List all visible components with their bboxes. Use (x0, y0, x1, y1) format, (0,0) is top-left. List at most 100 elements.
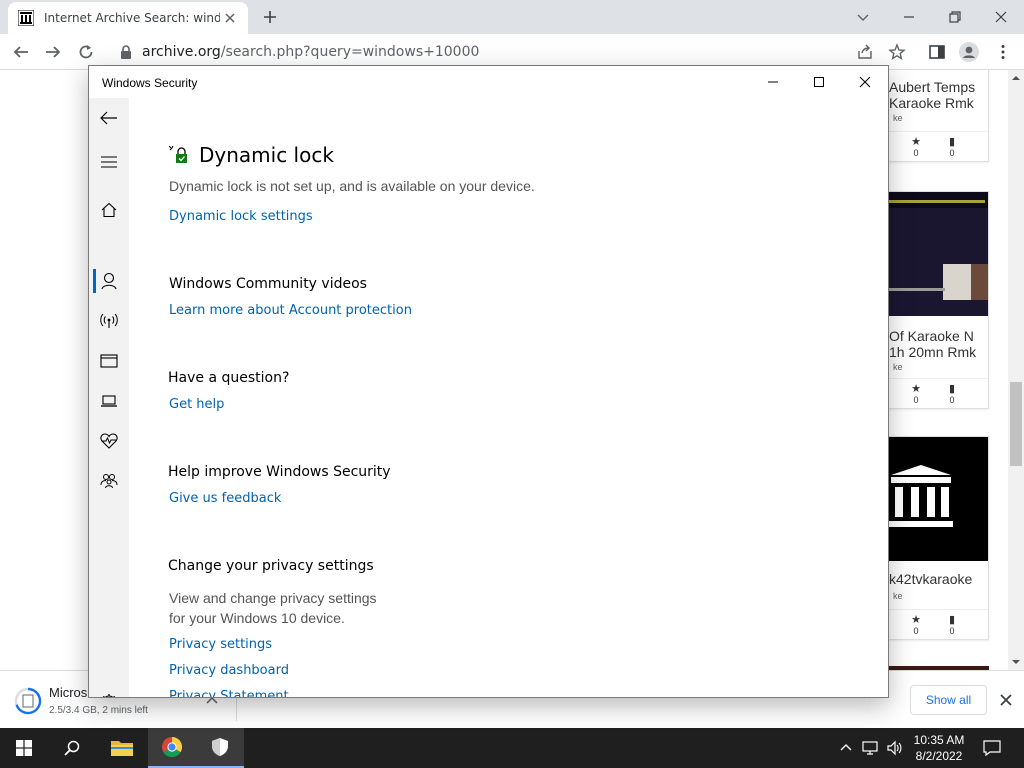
new-tab-button[interactable] (259, 6, 281, 28)
antenna-icon (100, 313, 118, 328)
chevron-up-icon[interactable] (840, 742, 852, 752)
browser-window-icon (100, 354, 118, 368)
navigation-rail (89, 98, 129, 697)
result-card[interactable]: k42tvkaraoke ke ★ 0 ▮ 0 (880, 436, 989, 640)
plus-icon (264, 11, 276, 23)
comments-stat: ▮ 0 (937, 136, 967, 158)
notifications-icon[interactable] (983, 740, 1001, 756)
chevron-down-icon (857, 14, 869, 21)
laptop-icon (101, 395, 117, 407)
nav-home[interactable] (89, 190, 129, 230)
privacy-settings-link[interactable]: Privacy settings (169, 637, 272, 652)
privacy-dashboard-link[interactable]: Privacy dashboard (169, 663, 289, 678)
lock-icon (121, 45, 131, 59)
close-icon (859, 76, 871, 88)
nav-device-performance[interactable] (89, 421, 129, 461)
bookmark-button[interactable] (886, 41, 908, 63)
home-icon (101, 202, 117, 218)
learn-more-account-protection-link[interactable]: Learn more about Account protection (169, 303, 412, 318)
browser-tab-strip: Internet Archive Search: windows (0, 0, 1024, 34)
minimize-icon (768, 81, 778, 83)
windows-security-taskbar-button[interactable] (196, 728, 244, 768)
result-stats: ★ 0 ▮ 0 (881, 378, 988, 405)
close-browser-button[interactable] (990, 6, 1012, 28)
chrome-taskbar-button[interactable] (148, 728, 196, 768)
help-improve-heading: Help improve Windows Security (168, 464, 391, 480)
reload-icon (79, 45, 93, 59)
clock-time: 10:35 AM (913, 733, 965, 747)
arrow-left-icon (100, 111, 117, 125)
browser-tab[interactable]: Internet Archive Search: windows (8, 2, 248, 34)
profile-button[interactable] (958, 41, 980, 63)
url-host: archive.org (142, 44, 221, 60)
file-explorer-button[interactable] (98, 728, 146, 768)
favorites-count: 0 (913, 148, 919, 158)
dynamic-lock-settings-link[interactable]: Dynamic lock settings (169, 209, 313, 224)
side-panel-button[interactable] (926, 41, 948, 63)
tab-search-button[interactable] (852, 6, 874, 28)
tab-title: Internet Archive Search: windows (44, 11, 220, 25)
privacy-description-line2: for your Windows 10 device. (169, 610, 345, 626)
download-status: 2.5/3.4 GB, 2 mins left (49, 705, 148, 716)
scrollbar-thumb[interactable] (1010, 382, 1022, 466)
result-stats: ★ 0 ▮ 0 (881, 609, 988, 636)
search-button[interactable] (48, 728, 96, 768)
arrow-right-icon (46, 46, 61, 58)
favorites-count: 0 (913, 626, 919, 636)
folder-icon (111, 741, 133, 756)
star-icon: ★ (911, 136, 921, 148)
result-card[interactable]: Aubert Temps Karaoke Rmk ke ★ 0 ▮ 0 (880, 70, 989, 162)
side-panel-icon (929, 45, 945, 59)
share-button[interactable] (854, 41, 876, 63)
result-subtitle: ke (893, 113, 903, 123)
minimize-window-button[interactable] (750, 66, 796, 98)
scroll-down-icon[interactable] (1008, 656, 1024, 668)
nav-account-protection[interactable] (89, 261, 129, 301)
url-text: archive.org/search.php?query=windows+100… (142, 44, 479, 60)
forward-button[interactable] (42, 41, 64, 63)
hamburger-menu-button[interactable] (89, 142, 129, 182)
star-icon: ★ (911, 383, 921, 395)
url-path: /search.php?query=windows+10000 (220, 44, 480, 60)
volume-icon[interactable] (886, 740, 904, 756)
nav-firewall-network[interactable] (89, 301, 129, 341)
taskbar-clock[interactable]: 10:35 AM 8/2/2022 (906, 732, 972, 764)
start-button[interactable] (0, 728, 48, 768)
result-title-line1: Of Karaoke N (889, 328, 974, 344)
privacy-statement-link[interactable]: Privacy Statement (169, 689, 289, 697)
close-tab-icon[interactable] (222, 10, 238, 26)
minimize-browser-button[interactable] (898, 6, 920, 28)
window-title-bar[interactable]: Windows Security (89, 66, 888, 98)
windows-taskbar: 10:35 AM 8/2/2022 (0, 728, 1024, 768)
show-all-downloads-button[interactable]: Show all (910, 685, 987, 715)
windows-security-window: Windows Security Dynamic lock Dynamic lo… (88, 65, 889, 698)
back-nav-button[interactable] (89, 98, 129, 138)
close-download-bar-icon[interactable] (1000, 694, 1012, 706)
dynamic-lock-description: Dynamic lock is not set up, and is avail… (169, 178, 535, 194)
comment-icon: ▮ (948, 383, 956, 395)
address-bar[interactable]: archive.org/search.php?query=windows+100… (112, 38, 920, 66)
favorites-stat: ★ 0 (901, 136, 931, 158)
reload-button[interactable] (75, 41, 97, 63)
result-thumbnail (881, 192, 988, 316)
maximize-window-button[interactable] (796, 66, 842, 98)
nav-app-browser-control[interactable] (89, 341, 129, 381)
get-help-link[interactable]: Get help (169, 397, 224, 412)
page-scrollbar[interactable] (1008, 70, 1024, 670)
nav-family-options[interactable] (89, 461, 129, 501)
close-window-button[interactable] (842, 66, 888, 98)
back-button[interactable] (10, 41, 32, 63)
nav-device-security[interactable] (89, 381, 129, 421)
download-filename[interactable]: Micros (49, 685, 87, 700)
chrome-icon (162, 737, 182, 757)
scroll-up-icon[interactable] (1008, 72, 1024, 84)
nav-settings[interactable] (89, 682, 129, 697)
give-feedback-link[interactable]: Give us feedback (169, 491, 281, 506)
result-card[interactable]: Of Karaoke N 1h 20mn Rmk ke ★ 0 ▮ 0 (880, 191, 989, 409)
download-progress-icon[interactable] (14, 687, 42, 715)
favorites-stat: ★ 0 (901, 614, 931, 636)
network-icon[interactable] (862, 740, 880, 756)
menu-button[interactable] (992, 41, 1014, 63)
comments-count: 0 (949, 148, 955, 158)
restore-browser-button[interactable] (944, 6, 966, 28)
